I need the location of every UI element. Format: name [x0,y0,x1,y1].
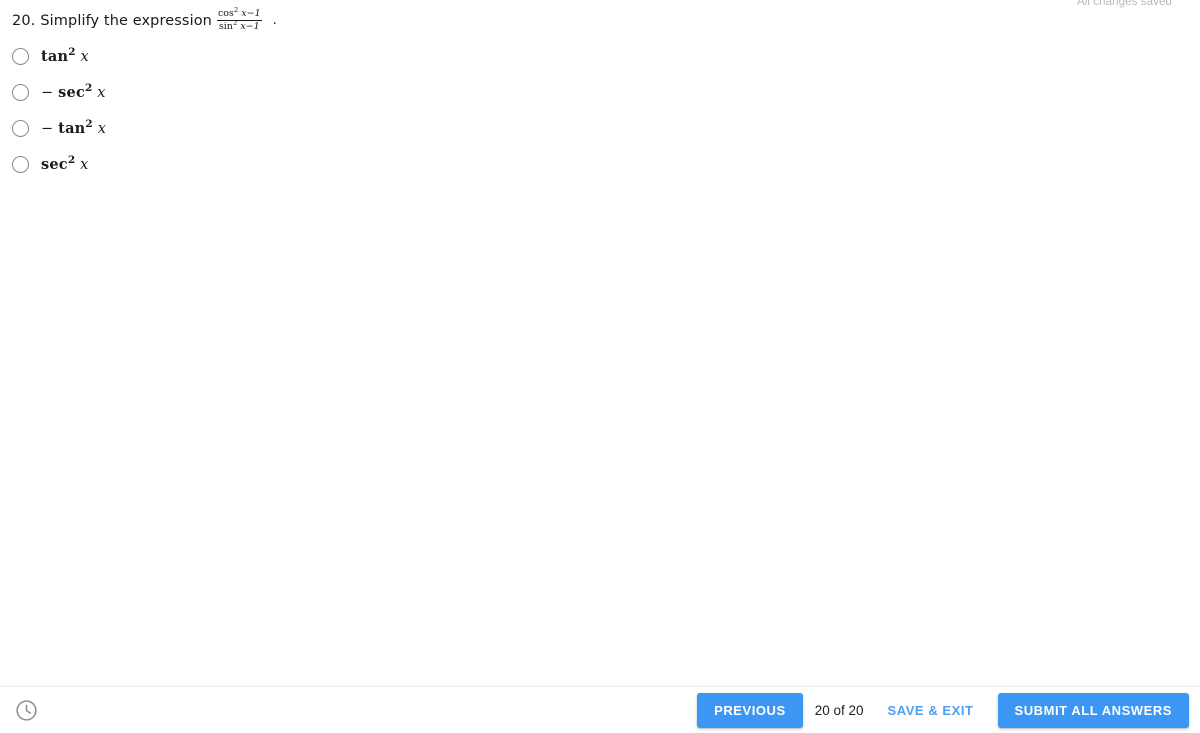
option-d-variable: x [80,156,89,173]
previous-button[interactable]: PREVIOUS [697,692,803,728]
radio-button-d[interactable] [12,155,29,173]
denominator-rest: x−1 [240,20,260,32]
answer-option-a-label: tan2 x [41,45,89,65]
option-b-exponent: 2 [85,81,93,94]
question-expression: cos2 x−1 sin2 x−1 [212,5,267,33]
answer-option-b[interactable]: − sec2 x [12,74,106,110]
option-c-variable: x [97,120,107,137]
answer-options-list: tan2 x − sec2 x − tan2 x sec2 x [12,38,106,182]
option-b-function: sec [58,83,85,101]
question-number: 20. [12,12,36,29]
footer-left-group [14,698,39,723]
fraction-numerator: cos2 x−1 [217,5,262,20]
answer-option-b-label: − sec2 x [41,81,106,101]
clock-icon[interactable] [14,698,39,723]
expression-period: . [272,13,277,29]
option-b-variable: x [97,84,106,101]
option-d-exponent: 2 [67,153,76,166]
numerator-exponent: 2 [233,5,239,14]
numerator-rest: x−1 [241,8,261,19]
answer-option-c-label: − tan2 x [41,117,107,137]
option-d-function: sec [41,155,68,173]
radio-button-a[interactable] [12,47,29,65]
answer-option-a[interactable]: tan2 x [12,38,106,74]
option-a-variable: x [80,48,89,65]
question-prompt: 20. Simplify the expression cos2 x−1 sin… [12,5,277,33]
footer-toolbar: PREVIOUS 20 of 20 SAVE & EXIT SUBMIT ALL… [0,686,1200,733]
radio-button-c[interactable] [12,119,29,137]
option-c-function: tan [58,119,86,137]
option-c-exponent: 2 [85,117,93,130]
question-text: Simplify the expression [40,12,212,29]
saved-status-text: All changes saved [1076,0,1172,8]
answer-option-d[interactable]: sec2 x [12,146,106,182]
footer-right-group: PREVIOUS 20 of 20 SAVE & EXIT SUBMIT ALL… [697,692,1194,728]
save-and-exit-button[interactable]: SAVE & EXIT [876,693,986,728]
fraction-denominator: sin2 x−1 [218,18,261,33]
answer-option-d-label: sec2 x [41,153,89,173]
numerator-function: cos [217,8,234,19]
fraction: cos2 x−1 sin2 x−1 [216,5,262,33]
denominator-exponent: 2 [232,18,238,27]
option-a-function: tan [41,47,69,65]
option-c-sign: − [41,120,59,137]
answer-option-c[interactable]: − tan2 x [12,110,106,146]
option-a-exponent: 2 [68,45,76,58]
page-counter: 20 of 20 [814,702,864,718]
denominator-function: sin [218,20,233,32]
submit-all-answers-button[interactable]: SUBMIT ALL ANSWERS [997,692,1189,728]
radio-button-b[interactable] [12,83,29,101]
option-b-sign: − [41,84,59,101]
